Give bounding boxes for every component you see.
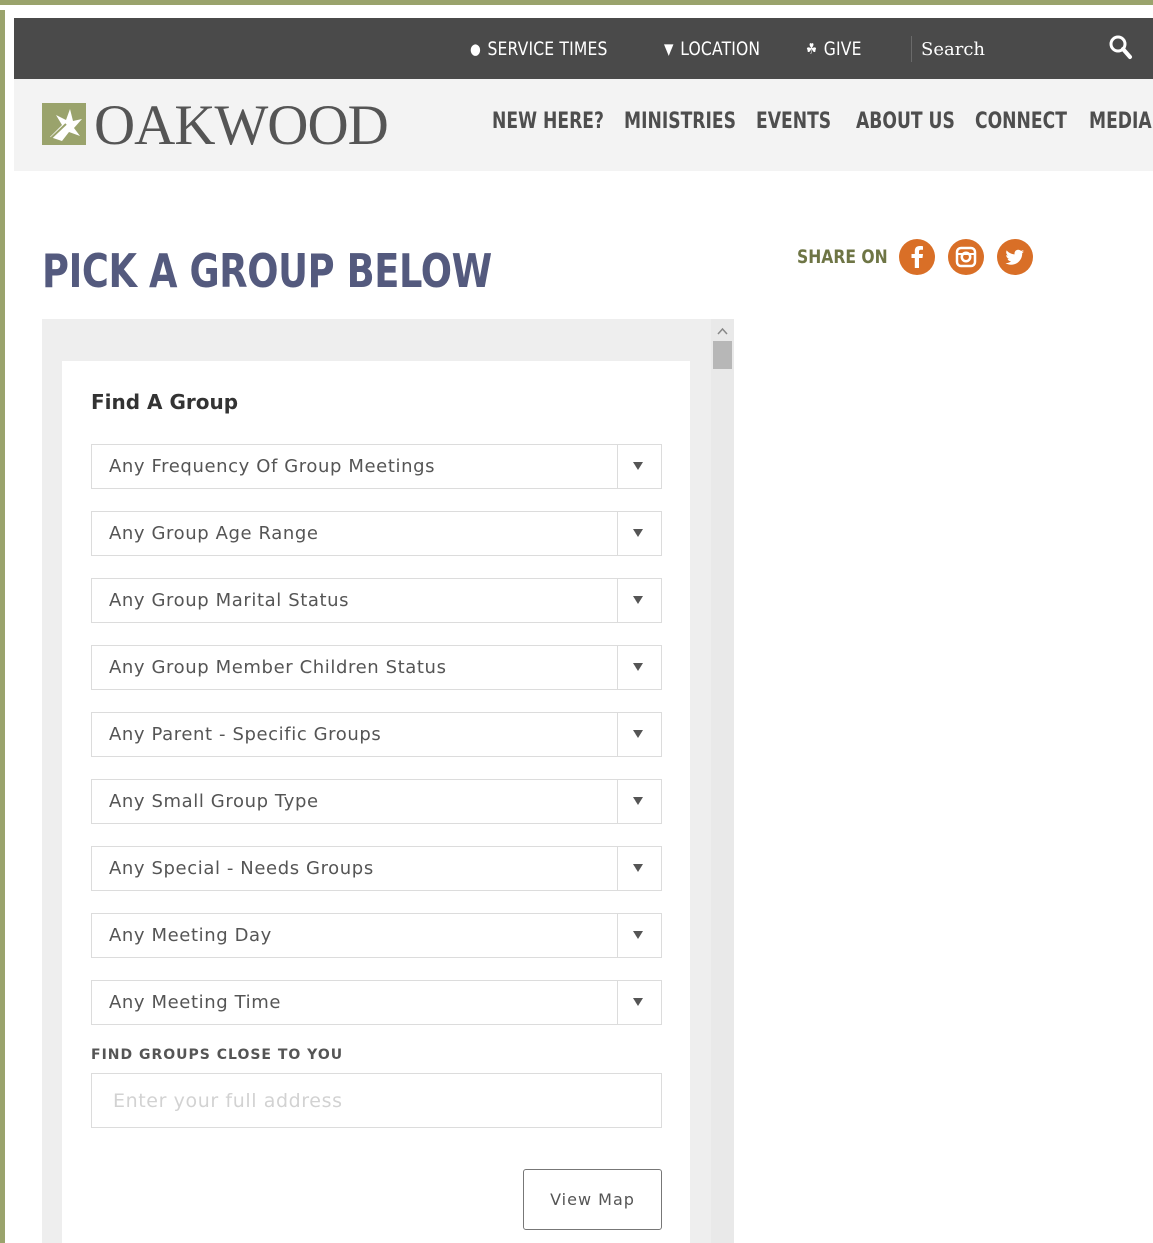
select-divider — [617, 981, 618, 1024]
window-frame-top — [0, 0, 1153, 14]
facebook-icon[interactable] — [899, 239, 935, 275]
scroll-up-arrow-icon[interactable] — [711, 323, 734, 339]
select-divider — [617, 780, 618, 823]
filter-value: Any Group Marital Status — [109, 590, 350, 611]
filter-value: Any Frequency Of Group Meetings — [109, 456, 436, 477]
dropdown-arrow-icon — [633, 864, 643, 872]
filter-value: Any Meeting Time — [109, 992, 282, 1013]
filter-meeting-frequency[interactable]: Any Frequency Of Group Meetings — [91, 444, 662, 489]
nav-ministries[interactable]: MINISTRIES — [624, 109, 736, 134]
dropdown-arrow-icon — [633, 529, 643, 537]
filter-value: Any Group Age Range — [109, 523, 319, 544]
twitter-icon[interactable] — [997, 239, 1033, 275]
filter-value: Any Small Group Type — [109, 791, 319, 812]
clock-icon: ● — [470, 39, 481, 58]
filter-value: Any Special - Needs Groups — [109, 858, 374, 879]
dropdown-arrow-icon — [633, 797, 643, 805]
filter-small-group-type[interactable]: Any Small Group Type — [91, 779, 662, 824]
dropdown-arrow-icon — [633, 931, 643, 939]
filter-parent-groups[interactable]: Any Parent - Specific Groups — [91, 712, 662, 757]
service-times-label: SERVICE TIMES — [487, 37, 608, 60]
share-label: SHARE ON — [797, 246, 888, 268]
dropdown-arrow-icon — [633, 663, 643, 671]
search-input[interactable] — [921, 30, 1101, 68]
nav-new-here[interactable]: NEW HERE? — [492, 109, 604, 134]
oak-leaf-logo-icon[interactable] — [42, 103, 86, 145]
location-label: LOCATION — [680, 37, 761, 60]
filter-marital-status[interactable]: Any Group Marital Status — [91, 578, 662, 623]
select-divider — [617, 914, 618, 957]
nav-about-us[interactable]: ABOUT US — [856, 109, 955, 134]
utility-bar: ● SERVICE TIMES ▼ LOCATION ☘ GIVE — [14, 18, 1153, 79]
select-divider — [617, 713, 618, 756]
service-times-link[interactable]: ● SERVICE TIMES — [470, 18, 608, 79]
filter-children-status[interactable]: Any Group Member Children Status — [91, 645, 662, 690]
window-frame-left — [0, 10, 14, 1243]
filter-meeting-day[interactable]: Any Meeting Day — [91, 913, 662, 958]
select-divider — [617, 646, 618, 689]
select-divider — [617, 579, 618, 622]
filter-value: Any Group Member Children Status — [109, 657, 447, 678]
address-input[interactable] — [91, 1073, 662, 1128]
filter-meeting-time[interactable]: Any Meeting Time — [91, 980, 662, 1025]
nav-connect[interactable]: CONNECT — [975, 109, 1067, 134]
dropdown-arrow-icon — [633, 462, 643, 470]
nav-events[interactable]: EVENTS — [756, 109, 831, 134]
select-divider — [617, 847, 618, 890]
give-label: GIVE — [823, 37, 862, 60]
instagram-icon[interactable] — [948, 239, 984, 275]
location-link[interactable]: ▼ LOCATION — [664, 18, 760, 79]
finder-title: Find A Group — [91, 390, 239, 414]
select-divider — [617, 445, 618, 488]
filter-special-needs[interactable]: Any Special - Needs Groups — [91, 846, 662, 891]
search-icon[interactable] — [1108, 34, 1134, 62]
dropdown-arrow-icon — [633, 998, 643, 1006]
near-you-label: FIND GROUPS CLOSE TO YOU — [91, 1047, 344, 1063]
give-hand-icon: ☘ — [806, 39, 818, 58]
utility-divider — [911, 36, 912, 62]
scroll-thumb[interactable] — [713, 341, 732, 369]
brand-wordmark[interactable]: OAKWOOD — [94, 93, 389, 158]
filter-value: Any Parent - Specific Groups — [109, 724, 382, 745]
select-divider — [617, 512, 618, 555]
dropdown-arrow-icon — [633, 730, 643, 738]
view-map-button[interactable]: View Map — [523, 1169, 662, 1230]
map-pin-icon: ▼ — [664, 39, 674, 58]
main-navbar: OAKWOOD NEW HERE? MINISTRIES EVENTS ABOU… — [14, 79, 1153, 171]
panel-scrollbar[interactable] — [711, 319, 734, 1243]
dropdown-arrow-icon — [633, 596, 643, 604]
page-title: PICK A GROUP BELOW — [42, 244, 492, 298]
filter-age-range[interactable]: Any Group Age Range — [91, 511, 662, 556]
filter-value: Any Meeting Day — [109, 925, 272, 946]
give-link[interactable]: ☘ GIVE — [806, 18, 862, 79]
nav-media[interactable]: MEDIA — [1089, 109, 1152, 134]
